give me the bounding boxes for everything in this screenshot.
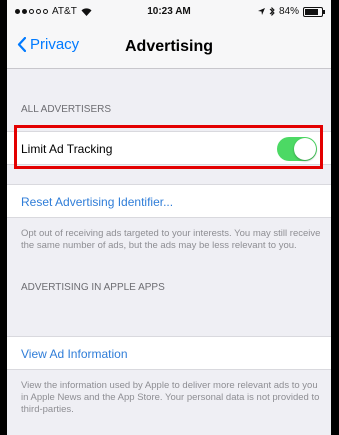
limit-ad-tracking-label: Limit Ad Tracking	[21, 142, 113, 156]
section-header-apple-apps: ADVERTISING IN APPLE APPS	[21, 282, 165, 293]
location-icon	[257, 8, 265, 15]
battery-icon	[303, 6, 325, 17]
phone-screen: AT&T 10:23 AM 84% Privacy Advertising AL…	[7, 0, 331, 435]
apple-apps-footer: View the information used by Apple to de…	[21, 380, 320, 415]
battery-percent: 84%	[278, 6, 299, 17]
limit-ad-tracking-row: Limit Ad Tracking	[7, 131, 331, 165]
reset-identifier-row[interactable]: Reset Advertising Identifier...	[7, 184, 331, 218]
status-bar: AT&T 10:23 AM 84%	[7, 0, 331, 24]
status-right: 84%	[257, 6, 325, 17]
toggle-knob	[294, 138, 316, 160]
section-header-all-advertisers: ALL ADVERTISERS	[21, 104, 112, 115]
page-title: Advertising	[124, 38, 213, 55]
bluetooth-icon	[269, 7, 275, 16]
reset-advertising-identifier-link[interactable]: Reset Advertising Identifier...	[21, 195, 173, 209]
view-ad-information-row[interactable]: View Ad Information	[7, 336, 331, 370]
limit-ad-tracking-toggle[interactable]	[277, 137, 317, 161]
navigation-bar: Privacy Advertising	[7, 24, 331, 69]
all-advertisers-footer: Opt out of receiving ads targeted to you…	[21, 228, 321, 251]
view-ad-information-link[interactable]: View Ad Information	[21, 347, 128, 361]
